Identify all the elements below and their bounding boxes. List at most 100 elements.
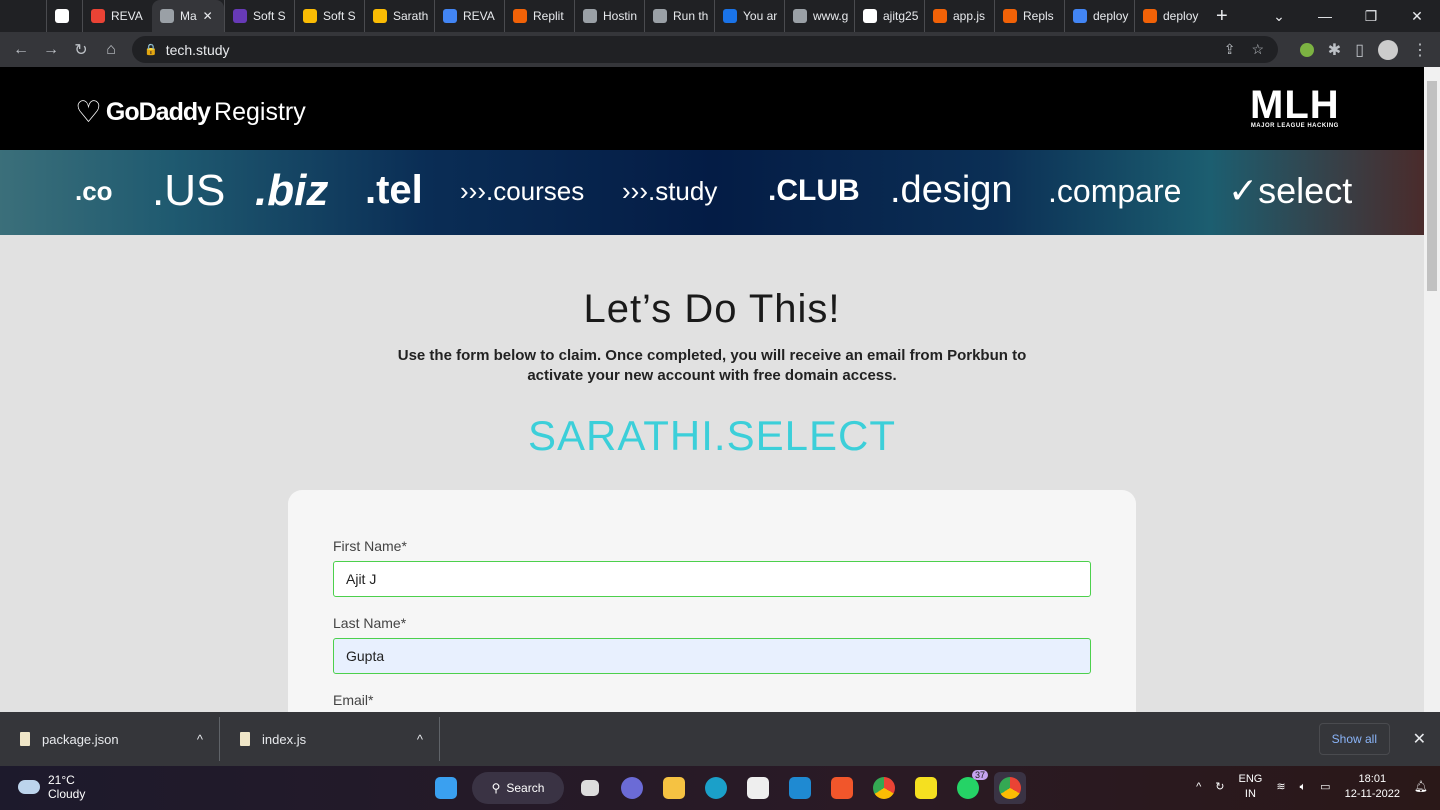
notification-icon[interactable]: 🔔︎ (1414, 780, 1428, 795)
page-title: Let’s Do This! (583, 287, 841, 331)
tab[interactable]: ajitg25 (854, 0, 924, 32)
tab[interactable] (46, 0, 82, 32)
sync-icon[interactable]: ↻ (1215, 780, 1224, 795)
close-window-button[interactable]: ✕ (1394, 8, 1440, 25)
tab[interactable]: deploy (1134, 0, 1204, 32)
taskbar: 21°C Cloudy ⚲ Search 37 ^ ↻ ENG IN ≋ 🔈︎ ▭ 1… (0, 766, 1440, 810)
replit-icon (1003, 9, 1017, 23)
site-header: ♡ GoDaddy Registry MLH MAJOR LEAGUE HACKI… (0, 67, 1424, 150)
close-tab-icon[interactable]: ✕ (203, 9, 213, 23)
new-tab-button[interactable]: + (1216, 5, 1228, 28)
chrome-profile-icon[interactable] (994, 772, 1026, 804)
taskbar-search[interactable]: ⚲ Search (472, 772, 564, 804)
globe-icon (583, 9, 597, 23)
gmail-icon (91, 9, 105, 23)
language-indicator[interactable]: ENG IN (1239, 772, 1263, 802)
task-view-icon[interactable] (574, 772, 606, 804)
tab-search-icon[interactable]: ⌄ (1256, 8, 1302, 25)
replit-icon (933, 9, 947, 23)
globe-icon (653, 9, 667, 23)
chrome-icon[interactable] (868, 772, 900, 804)
tld-logo: .co (75, 176, 113, 207)
close-icon[interactable]: ✕ (1413, 729, 1426, 749)
tab[interactable]: app.js (924, 0, 994, 32)
s-icon (723, 9, 737, 23)
first-name-label: First Name* (333, 538, 407, 554)
globe-icon (793, 9, 807, 23)
search-icon: ⚲ (491, 781, 501, 795)
mlh-logo[interactable]: MLH MAJOR LEAGUE HACKING (1250, 85, 1340, 129)
tab[interactable]: Hostin (574, 0, 644, 32)
godaddy-icon: ♡ (75, 96, 102, 129)
first-name-input[interactable]: Ajit J (333, 561, 1091, 597)
wifi-icon[interactable]: ≋ (1276, 780, 1285, 795)
tld-logo: .design (890, 169, 1013, 212)
tab[interactable]: You ar (714, 0, 784, 32)
menu-icon[interactable]: ⋮ (1412, 40, 1428, 60)
tab[interactable]: deploy (1064, 0, 1134, 32)
download-item[interactable]: package.json ^ (0, 717, 220, 761)
chevron-up-icon[interactable]: ^ (417, 732, 423, 747)
tab[interactable]: Repls (994, 0, 1064, 32)
whatsapp-icon[interactable]: 37 (952, 770, 988, 804)
replit-icon (513, 9, 527, 23)
tab[interactable]: REVA (82, 0, 152, 32)
store-icon[interactable] (742, 772, 774, 804)
teams-icon[interactable] (616, 772, 648, 804)
extension-icon[interactable] (1299, 42, 1314, 57)
back-icon[interactable]: ← (6, 41, 36, 59)
forms-icon (233, 9, 247, 23)
tab[interactable]: REVA (434, 0, 504, 32)
tab[interactable]: Soft S (224, 0, 294, 32)
tab[interactable]: Soft S (294, 0, 364, 32)
battery-icon[interactable]: ▭ (1320, 780, 1330, 795)
clock[interactable]: 18:01 12-11-2022 (1345, 772, 1400, 802)
tld-logo: .compare (1048, 172, 1182, 209)
url-text: tech.study (165, 41, 230, 58)
puzzle-icon[interactable]: ✱ (1328, 40, 1341, 60)
file-icon (20, 732, 30, 746)
todo-icon[interactable] (910, 772, 942, 804)
reload-icon[interactable]: ↻ (66, 40, 96, 60)
volume-icon[interactable]: 🔈︎ (1300, 780, 1307, 795)
home-icon[interactable]: ⌂ (96, 41, 126, 59)
tab[interactable]: Run th (644, 0, 714, 32)
last-name-input[interactable]: Gupta (333, 638, 1091, 674)
tab[interactable]: Sarath (364, 0, 434, 32)
scrollbar-thumb[interactable] (1427, 81, 1437, 291)
avatar[interactable] (1378, 39, 1398, 60)
weather-widget[interactable]: 21°C Cloudy (18, 773, 85, 801)
forward-icon[interactable]: → (36, 41, 66, 59)
bookmark-star-icon[interactable]: ☆ (1251, 41, 1264, 58)
brave-icon[interactable] (826, 772, 858, 804)
download-bar: package.json ^ index.js ^ Show all ✕ (0, 712, 1440, 766)
tld-logo: ›››.courses (460, 176, 585, 207)
page-subtitle: Use the form below to claim. Once comple… (397, 347, 1027, 384)
restore-button[interactable]: ❐ (1348, 8, 1394, 25)
tld-logo: .CLUB (768, 174, 860, 207)
tld-logo: ›››.study (622, 176, 718, 207)
show-all-button[interactable]: Show all (1318, 723, 1390, 755)
start-icon[interactable] (430, 772, 462, 804)
godaddy-registry-logo[interactable]: ♡ GoDaddy Registry (75, 95, 306, 130)
address-bar[interactable]: 🔒 tech.study ⇪ ☆ (132, 36, 1278, 63)
vscode-icon[interactable] (784, 772, 816, 804)
tld-logo: ✓select (1228, 170, 1353, 212)
share-icon[interactable]: ⇪ (1224, 41, 1236, 58)
side-panel-icon[interactable]: ▯ (1355, 40, 1364, 60)
tab-strip: REVA Ma ✕ Soft S Soft S Sarath REVA Replit Hosti… (0, 0, 1440, 32)
claim-form: First Name* Ajit J Last Name* Gupta Emai… (288, 490, 1136, 712)
page-scrollbar[interactable] (1424, 67, 1440, 712)
tab[interactable]: Ma ✕ (152, 0, 224, 32)
chevron-up-icon[interactable]: ^ (197, 732, 203, 747)
file-icon (240, 732, 250, 746)
download-item[interactable]: index.js ^ (220, 717, 440, 761)
minimize-button[interactable]: — (1302, 8, 1348, 24)
tab[interactable]: www.g (784, 0, 854, 32)
chevron-up-icon[interactable]: ^ (1196, 780, 1201, 795)
browser-toolbar: ← → ↻ ⌂ 🔒 tech.study ⇪ ☆ ✱ ▯ ⋮ (0, 32, 1440, 67)
file-explorer-icon[interactable] (658, 772, 690, 804)
replit-icon (1143, 9, 1157, 23)
tab[interactable]: Replit (504, 0, 574, 32)
edge-icon[interactable] (700, 772, 732, 804)
